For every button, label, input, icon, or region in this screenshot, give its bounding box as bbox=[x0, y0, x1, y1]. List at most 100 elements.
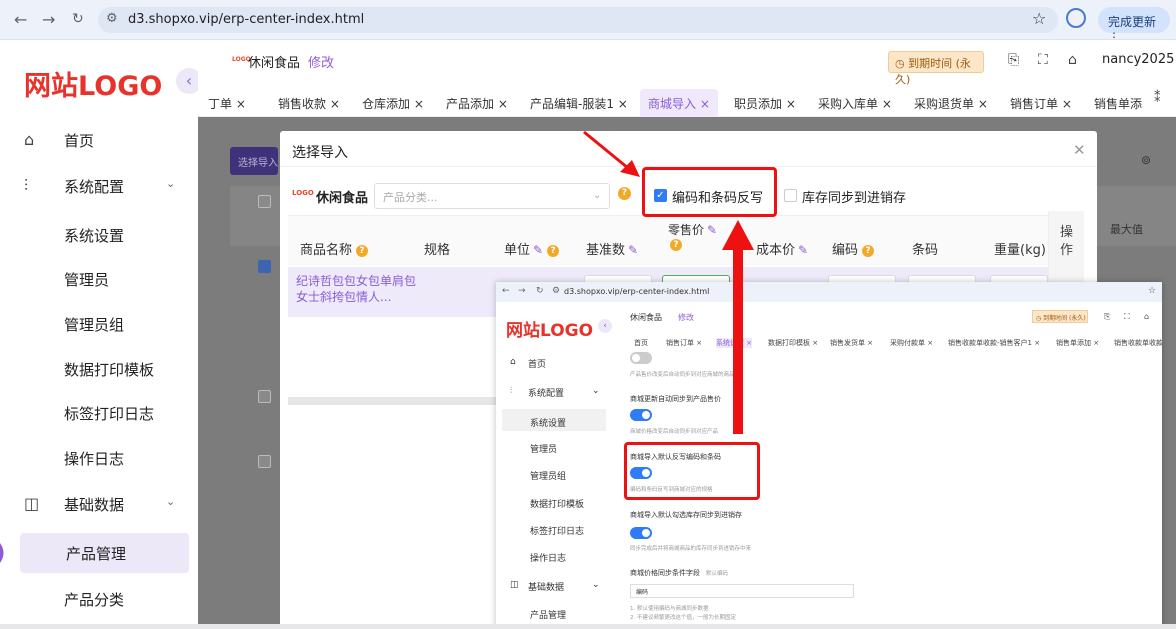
close-icon[interactable]: ✕ bbox=[1073, 141, 1086, 159]
help-icon: ? bbox=[670, 239, 682, 251]
category-select[interactable]: 产品分类... ⌄ bbox=[374, 183, 610, 209]
inset-menu-item: 数据打印模板 bbox=[530, 500, 585, 510]
sidebar-item-product-category[interactable]: 产品分类 bbox=[0, 579, 198, 619]
setting-desc: 产品售价改变后自动同步到对应商城的商品 bbox=[630, 372, 735, 378]
inset-tab: 销售收款单收款-销售客户1 × bbox=[948, 339, 1041, 347]
site-settings-icon[interactable]: ⚙ bbox=[106, 11, 118, 26]
inset-browser-toolbar: ← → ↻ ⚙ d3.shopxo.vip/erp-center-index.h… bbox=[496, 282, 1162, 302]
tab-bar: 丁单 × 销售收款 × 仓库添加 × 产品添加 × 产品编辑-服装1 × 商城导… bbox=[198, 85, 1176, 118]
update-button[interactable]: 完成更新 ⋮ bbox=[1098, 7, 1170, 44]
fullscreen-icon: ⛶ bbox=[1124, 312, 1130, 321]
sidebar-item-basic-data[interactable]: ◫ 基础数据 ⌄ bbox=[0, 484, 198, 524]
column-operation: 操 bbox=[1060, 225, 1074, 240]
tab-item[interactable]: 采购入库单 × bbox=[818, 95, 892, 112]
sidebar-item-home[interactable]: ⌂ 首页 bbox=[0, 120, 198, 160]
inset-menu-item: 基础数据 bbox=[528, 583, 565, 593]
column-base-qty: 基准数 ✎ bbox=[586, 243, 639, 258]
inset-menu-item: 标签打印日志 bbox=[530, 527, 585, 537]
inset-tab: 销售订单 × bbox=[666, 339, 703, 347]
setting-desc: 同步完成后并将商城商品的库存同步到进销存中来 bbox=[630, 546, 752, 552]
shop-logo: LOGO bbox=[292, 189, 314, 197]
product-name-link[interactable]: 纪诗哲包包女包单肩包女士斜挎包情人... bbox=[296, 273, 416, 305]
sidebar-item-operation-log[interactable]: 操作日志 bbox=[0, 438, 198, 478]
address-bar[interactable]: ⚙ d3.shopxo.vip/erp-center-index.html bbox=[98, 7, 1058, 33]
stock-sync-checkbox[interactable] bbox=[784, 189, 797, 202]
sidebar-item-product-management[interactable]: 产品管理 bbox=[20, 533, 189, 573]
column-barcode: 条码 bbox=[912, 243, 939, 258]
help-icon: ? bbox=[547, 245, 560, 257]
reload-icon[interactable]: ↻ bbox=[72, 11, 84, 27]
tab-item[interactable]: 产品编辑-服装1 × bbox=[530, 95, 628, 112]
bottom-strip bbox=[0, 624, 1176, 629]
expire-badge: ◷ 到期时间 (永久) bbox=[888, 51, 984, 86]
profile-icon[interactable] bbox=[1066, 8, 1086, 28]
row-checkbox-checked[interactable] bbox=[258, 260, 271, 273]
inset-menu-item: 管理员 bbox=[530, 445, 558, 455]
sidebar-item-label: 标签打印日志 bbox=[64, 405, 155, 423]
sidebar-item-admin-groups[interactable]: 管理员组 bbox=[0, 304, 198, 344]
inset-tab: 首页 bbox=[634, 339, 648, 347]
settings-icon[interactable]: ⊚ bbox=[1141, 153, 1151, 167]
tab-item[interactable]: 职员添加 × bbox=[734, 95, 796, 112]
stock-sync-label[interactable]: 库存同步到进销存 bbox=[802, 187, 906, 206]
tab-item[interactable]: 销售单添 bbox=[1094, 95, 1142, 112]
sidebar-item-label: 管理员 bbox=[64, 271, 110, 289]
column-product-name: 商品名称? bbox=[300, 239, 369, 258]
username[interactable]: nancy2025 bbox=[1102, 52, 1174, 67]
chevron-down-icon: ⌄ bbox=[593, 190, 602, 201]
sidebar-item-print-templates[interactable]: 数据打印模板 bbox=[0, 349, 198, 389]
sidebar-item-label: 产品管理 bbox=[66, 545, 127, 563]
inset-menu-item: 系统配置 bbox=[528, 389, 565, 399]
translate-icon[interactable]: ⎘ bbox=[1008, 52, 1019, 68]
url-text: d3.shopxo.vip/erp-center-index.html bbox=[128, 12, 365, 27]
shop-edit-link[interactable]: 修改 bbox=[308, 52, 334, 71]
toggle-switch bbox=[630, 409, 652, 421]
modal-title: 选择导入 bbox=[292, 145, 348, 161]
sidebar-item-label-print-log[interactable]: 标签打印日志 bbox=[0, 393, 198, 433]
help-icon: ? bbox=[356, 245, 369, 257]
bookmark-star-icon[interactable]: ☆ bbox=[1032, 9, 1046, 28]
column-code: 编码? bbox=[832, 239, 875, 258]
sidebar-item-label: 首页 bbox=[64, 132, 95, 150]
sidebar-item-label: 操作日志 bbox=[64, 450, 125, 468]
sidebar-item-system-settings[interactable]: 系统设置 bbox=[0, 215, 198, 255]
inset-tab: 数据打印模板 × bbox=[768, 339, 819, 347]
sidebar-item-system-config[interactable]: ⫶ 系统配置 ⌄ bbox=[0, 166, 198, 206]
inset-menu-item: 管理员组 bbox=[530, 472, 567, 482]
tabs-grid-icon[interactable]: ⁑ bbox=[1154, 91, 1161, 106]
inset-tab: 销售单添加 × bbox=[1056, 339, 1100, 347]
home-icon[interactable]: ⌂ bbox=[1068, 52, 1077, 68]
row-checkbox[interactable] bbox=[258, 390, 271, 403]
sidebar-item-admins[interactable]: 管理员 bbox=[0, 259, 198, 299]
row-checkbox[interactable] bbox=[258, 455, 271, 468]
help-icon[interactable]: ? bbox=[618, 187, 631, 200]
tab-item[interactable]: 采购退货单 × bbox=[914, 95, 988, 112]
tab-item[interactable]: 丁单 × bbox=[208, 95, 246, 112]
tab-item[interactable]: 仓库添加 × bbox=[362, 95, 424, 112]
max-value-header: 最大值 bbox=[1110, 223, 1143, 236]
inset-menu-item: 操作日志 bbox=[530, 554, 567, 564]
sliders-icon: ⫶ bbox=[510, 386, 513, 396]
inset-tab-active: 系统设置 × bbox=[716, 338, 753, 348]
sidebar-item-label: 系统配置 bbox=[64, 178, 125, 196]
tab-item[interactable]: 产品添加 × bbox=[446, 95, 508, 112]
shop-name: 休闲食品 bbox=[316, 191, 369, 206]
tab-item[interactable]: 销售收款 × bbox=[278, 95, 340, 112]
sidebar: 网站LOGO ‹ ⌂ 首页 ⫶ 系统配置 ⌄ 系统设置 管理员 管理员组 数据打… bbox=[0, 40, 202, 629]
inset-shop-name: 休闲食品 bbox=[630, 313, 662, 322]
toggle-switch bbox=[630, 352, 652, 364]
setting-desc: 商城价格改变后自动同步到对应产品 bbox=[630, 429, 719, 435]
tab-item[interactable]: 销售订单 × bbox=[1010, 95, 1072, 112]
setting-title: 商城导入默认勾选库存同步到进销存 bbox=[630, 511, 742, 519]
row-checkbox[interactable] bbox=[258, 195, 271, 208]
column-operation: 作 bbox=[1060, 243, 1074, 258]
fullscreen-icon[interactable]: ⛶ bbox=[1038, 52, 1048, 68]
inset-menu-item: 首页 bbox=[528, 360, 547, 370]
tab-item-active[interactable]: 商城导入 × bbox=[640, 89, 718, 118]
home-icon: ⌂ bbox=[24, 130, 35, 149]
back-icon[interactable]: ← bbox=[14, 10, 27, 29]
forward-icon[interactable]: → bbox=[42, 10, 55, 29]
select-import-button[interactable]: 选择导入 bbox=[230, 147, 278, 175]
chevron-down-icon: ⌄ bbox=[592, 386, 600, 396]
sidebar-item-label: 基础数据 bbox=[64, 496, 125, 514]
